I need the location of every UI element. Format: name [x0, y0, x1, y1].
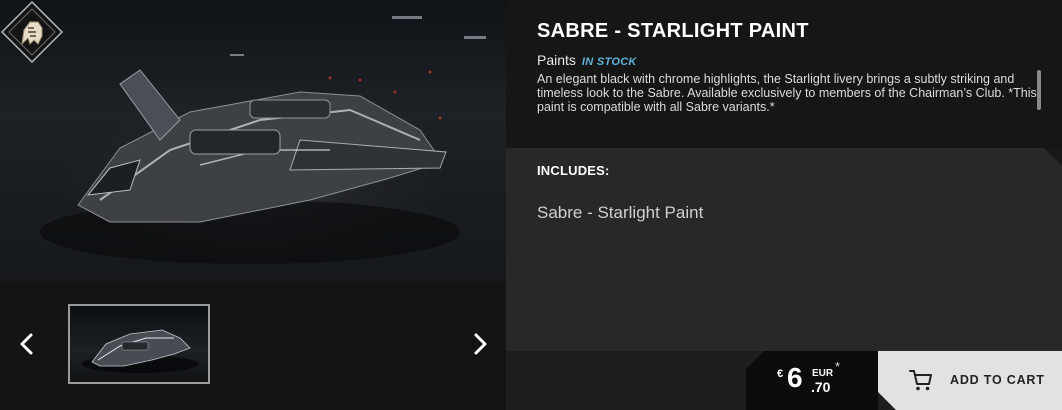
product-description: An elegant black with chrome highlights,…	[537, 72, 1037, 114]
product-category: Paints	[537, 52, 576, 68]
price-cents: .70	[811, 379, 831, 395]
product-media	[0, 0, 506, 410]
ship-render	[18, 16, 486, 264]
chairmans-club-lion-icon	[0, 0, 64, 64]
price-box: € 6 EUR .70 *	[746, 351, 878, 410]
thumbnail-strip	[0, 283, 506, 410]
thumbnail-ship-image	[82, 329, 198, 373]
product-details: SABRE - STARLIGHT PAINT Paints IN STOCK A…	[506, 0, 1062, 410]
include-item: Sabre - Starlight Paint	[537, 203, 704, 222]
hero-image	[0, 0, 506, 283]
stock-status-badge: IN STOCK	[581, 56, 637, 68]
includes-panel: INCLUDES: Sabre - Starlight Paint	[506, 148, 1062, 351]
cart-icon	[909, 370, 932, 391]
add-to-cart-label: ADD TO CART	[950, 373, 1045, 387]
add-to-cart-button[interactable]: ADD TO CART	[878, 351, 1062, 410]
currency-code: EUR	[812, 368, 834, 379]
chevron-right-icon[interactable]	[465, 329, 495, 359]
currency-symbol: €	[777, 368, 784, 380]
product-header: SABRE - STARLIGHT PAINT Paints IN STOCK A…	[506, 0, 1062, 148]
product-title: SABRE - STARLIGHT PAINT	[537, 20, 809, 42]
purchase-bar: € 6 EUR .70 * ADD TO CART	[506, 351, 1062, 410]
product-meta: Paints IN STOCK	[537, 52, 637, 68]
chevron-left-icon[interactable]	[12, 329, 42, 359]
gallery-thumbnail[interactable]	[68, 304, 210, 384]
price-footnote-mark: *	[835, 359, 841, 374]
description-scrollbar[interactable]	[1037, 70, 1041, 110]
includes-heading: INCLUDES:	[537, 163, 610, 178]
price-whole: 6	[787, 362, 803, 393]
